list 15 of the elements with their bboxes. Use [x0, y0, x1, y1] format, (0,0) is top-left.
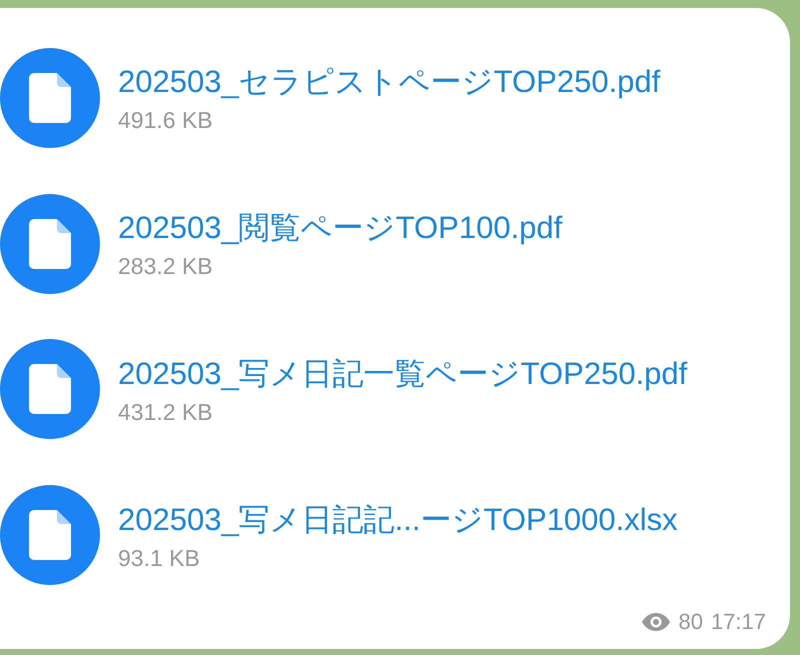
file-size: 93.1 KB [118, 544, 201, 572]
file-name[interactable]: 202503_写メ日記一覧ページTOP250.pdf [118, 352, 688, 395]
file-size: 491.6 KB [118, 107, 214, 134]
document-icon [29, 510, 71, 560]
document-icon [29, 364, 71, 414]
view-count: 80 [678, 609, 703, 635]
eye-icon [642, 613, 670, 631]
message-time: 17:17 [710, 609, 766, 635]
file-name[interactable]: 202503_写メ日記記...ージTOP1000.xlsx [118, 498, 678, 541]
file-name[interactable]: 202503_セラピストページTOP250.pdf [118, 61, 660, 104]
file-size: 283.2 KB [118, 253, 214, 280]
document-icon [29, 72, 71, 123]
file-name[interactable]: 202503_閲覧ページTOP100.pdf [118, 207, 562, 250]
file-size: 431.2 KB [118, 398, 214, 426]
document-icon [29, 218, 71, 269]
